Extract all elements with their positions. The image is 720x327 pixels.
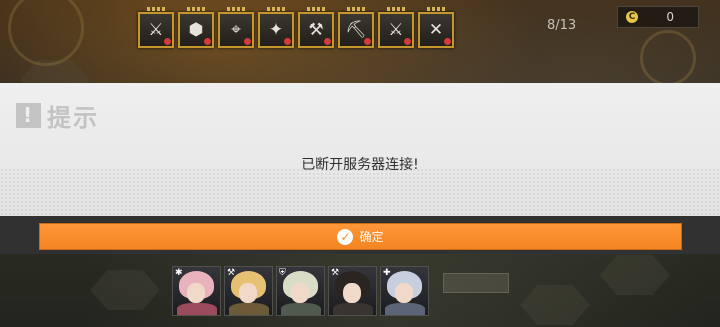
hammer-icon: ⚒ [308,20,324,40]
relic-marker [164,38,171,45]
check-icon: ✓ [337,228,354,245]
crossed-swords-icon: ⚔ [388,20,404,40]
team-member-portrait[interactable]: ⛨ [276,266,325,316]
team-roster: ✱ ⚒ ⛨ ⚒ ✚ [172,266,429,316]
relic-rank-dots [347,7,365,11]
character-face [187,283,205,303]
relic-slot[interactable]: ⚔ [138,7,174,48]
team-member-portrait[interactable]: ⚒ [224,266,273,316]
relic-marker [284,38,291,45]
team-member-portrait[interactable]: ✱ [172,266,221,316]
class-icon: ⛨ [279,268,286,278]
team-member-portrait[interactable]: ⚒ [328,266,377,316]
character-body [177,303,217,315]
relic-slot[interactable]: ⬢ [178,7,214,48]
character-face [291,283,309,303]
relic-marker [204,38,211,45]
dialog-title: ! 提示 [16,98,99,133]
dialog-pattern [0,168,720,216]
sparkle-icon: ✦ [268,20,284,40]
relic-row: ⚔ ⬢ ⌖ ✦ ⚒ ⛏ ⚔ ✕ [138,6,454,48]
stage-progress: 8/13 [547,18,577,33]
character-body [229,303,269,315]
class-icon: ⚒ [227,268,236,278]
team-member-portrait[interactable]: ✚ [380,266,429,316]
relic-marker [404,38,411,45]
relic-rank-dots [187,7,205,11]
character-body [385,303,425,315]
character-body [281,303,321,315]
crosshair-icon: ⌖ [231,20,241,40]
relic-slot[interactable]: ✦ [258,7,294,48]
character-face [239,283,257,303]
empty-team-slot [443,273,509,293]
relic-marker [324,38,331,45]
crossed-tools-icon: ✕ [428,20,444,40]
relic-rank-dots [307,7,325,11]
character-face [343,283,361,303]
relic-slot[interactable]: ⚒ [298,7,334,48]
relic-rank-dots [427,7,445,11]
exclamation-icon: ! [16,103,41,128]
relic-marker [364,38,371,45]
coin-icon: C [626,11,638,23]
relic-marker [244,38,251,45]
relic-marker [444,38,451,45]
character-face [395,283,413,303]
relic-rank-dots [147,7,165,11]
dialog-message: 已断开服务器连接! [301,157,419,173]
top-bar: ⚔ ⬢ ⌖ ✦ ⚒ ⛏ ⚔ ✕ 8/13 C 0 [0,0,720,78]
confirm-button[interactable]: ✓ 确定 [39,223,682,250]
relic-rank-dots [227,7,245,11]
dialog-title-text: 提示 [47,104,99,132]
alert-dialog: ! 提示 已断开服务器连接! [0,83,720,216]
currency-display: C 0 [617,6,699,28]
relic-rank-dots [267,7,285,11]
coin-count: 0 [666,10,674,24]
pickaxe-icon: ⛏ [345,20,367,40]
blade-icon: ⚔ [148,20,164,40]
relic-slot[interactable]: ✕ [418,7,454,48]
relic-slot[interactable]: ⛏ [338,7,374,48]
class-icon: ⚒ [331,268,340,278]
relic-rank-dots [387,7,405,11]
character-body [333,303,373,315]
class-icon: ✚ [383,268,391,278]
relic-slot[interactable]: ⚔ [378,7,414,48]
hexagon-icon: ⬢ [188,20,204,40]
relic-slot[interactable]: ⌖ [218,7,254,48]
confirm-label: 确定 [359,230,384,244]
class-icon: ✱ [175,268,183,278]
